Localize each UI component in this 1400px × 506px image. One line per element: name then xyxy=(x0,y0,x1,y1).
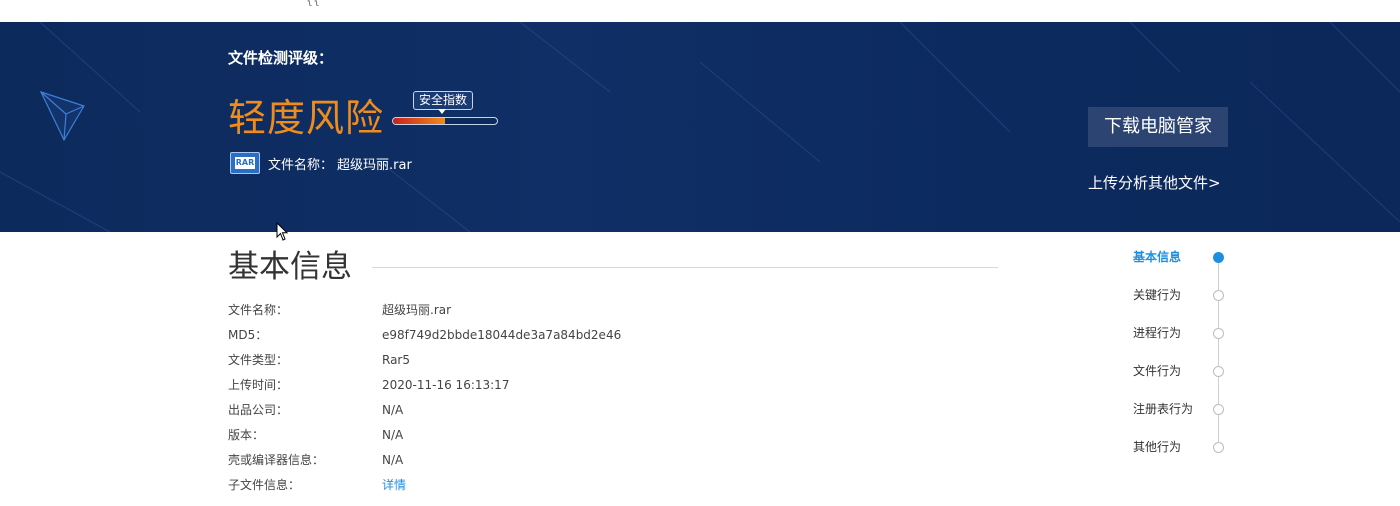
info-key: 文件名称： xyxy=(228,303,289,317)
result-banner: 文件检测评级： 轻度风险 安全指数 RAR 文件名称： 超级玛丽.rar 下载电… xyxy=(0,22,1400,232)
section-title: 基本信息 xyxy=(228,249,352,285)
info-value: N/A xyxy=(382,453,404,467)
safety-index-label: 安全指数 xyxy=(413,91,474,110)
info-value: e98f749d2bbde18044de3a7a84bd2e46 xyxy=(382,328,622,342)
info-key: 版本： xyxy=(228,428,265,442)
top-fragment-text: {{ xyxy=(306,0,320,7)
side-nav-item[interactable]: 文件行为 xyxy=(1133,363,1181,379)
info-key: 壳或编译器信息： xyxy=(228,453,325,467)
safety-index-gauge xyxy=(392,117,498,125)
upload-other-file-link[interactable]: 上传分析其他文件> xyxy=(1088,172,1221,193)
side-nav-item[interactable]: 其他行为 xyxy=(1133,439,1181,455)
nav-dot-icon[interactable] xyxy=(1213,404,1224,415)
info-key: MD5： xyxy=(228,328,268,342)
gauge-pointer-icon xyxy=(438,109,446,114)
info-key: 上传时间： xyxy=(228,378,289,392)
side-nav-item[interactable]: 进程行为 xyxy=(1133,325,1181,341)
info-key: 子文件信息： xyxy=(228,478,301,492)
top-strip: {{ xyxy=(0,0,1400,22)
nav-dot-icon[interactable] xyxy=(1213,290,1224,301)
file-name-label: 文件名称： xyxy=(268,157,334,173)
side-nav-item[interactable]: 注册表行为 xyxy=(1133,401,1193,417)
file-name-row: RAR 文件名称： 超级玛丽.rar xyxy=(230,152,412,174)
download-pc-manager-button[interactable]: 下载电脑管家 xyxy=(1088,107,1228,147)
section-divider xyxy=(372,267,998,268)
nav-dot-icon[interactable] xyxy=(1213,442,1224,453)
info-value: 超级玛丽.rar xyxy=(382,303,452,317)
nav-dot-icon[interactable] xyxy=(1213,328,1224,339)
info-value: N/A xyxy=(382,403,404,417)
rating-heading: 文件检测评级： xyxy=(228,49,334,67)
subfile-details-link[interactable]: 详情 xyxy=(382,475,406,495)
risk-level-text: 轻度风险 xyxy=(228,96,385,140)
info-key: 出品公司： xyxy=(228,403,289,417)
side-nav-rail xyxy=(1218,257,1219,447)
triangle-logo-icon xyxy=(39,90,85,142)
info-value: N/A xyxy=(382,428,404,442)
file-name-value: 超级玛丽.rar xyxy=(337,157,412,173)
nav-dot-active-icon[interactable] xyxy=(1213,252,1224,263)
side-nav-item[interactable]: 关键行为 xyxy=(1133,287,1181,303)
info-value: 2020-11-16 16:13:17 xyxy=(382,378,510,392)
rar-archive-icon: RAR xyxy=(230,152,260,174)
mouse-cursor-icon xyxy=(276,222,289,241)
safety-index-fill xyxy=(393,118,445,124)
info-value: Rar5 xyxy=(382,353,410,367)
side-nav-item[interactable]: 基本信息 xyxy=(1133,249,1181,265)
nav-dot-icon[interactable] xyxy=(1213,366,1224,377)
info-key: 文件类型： xyxy=(228,353,289,367)
